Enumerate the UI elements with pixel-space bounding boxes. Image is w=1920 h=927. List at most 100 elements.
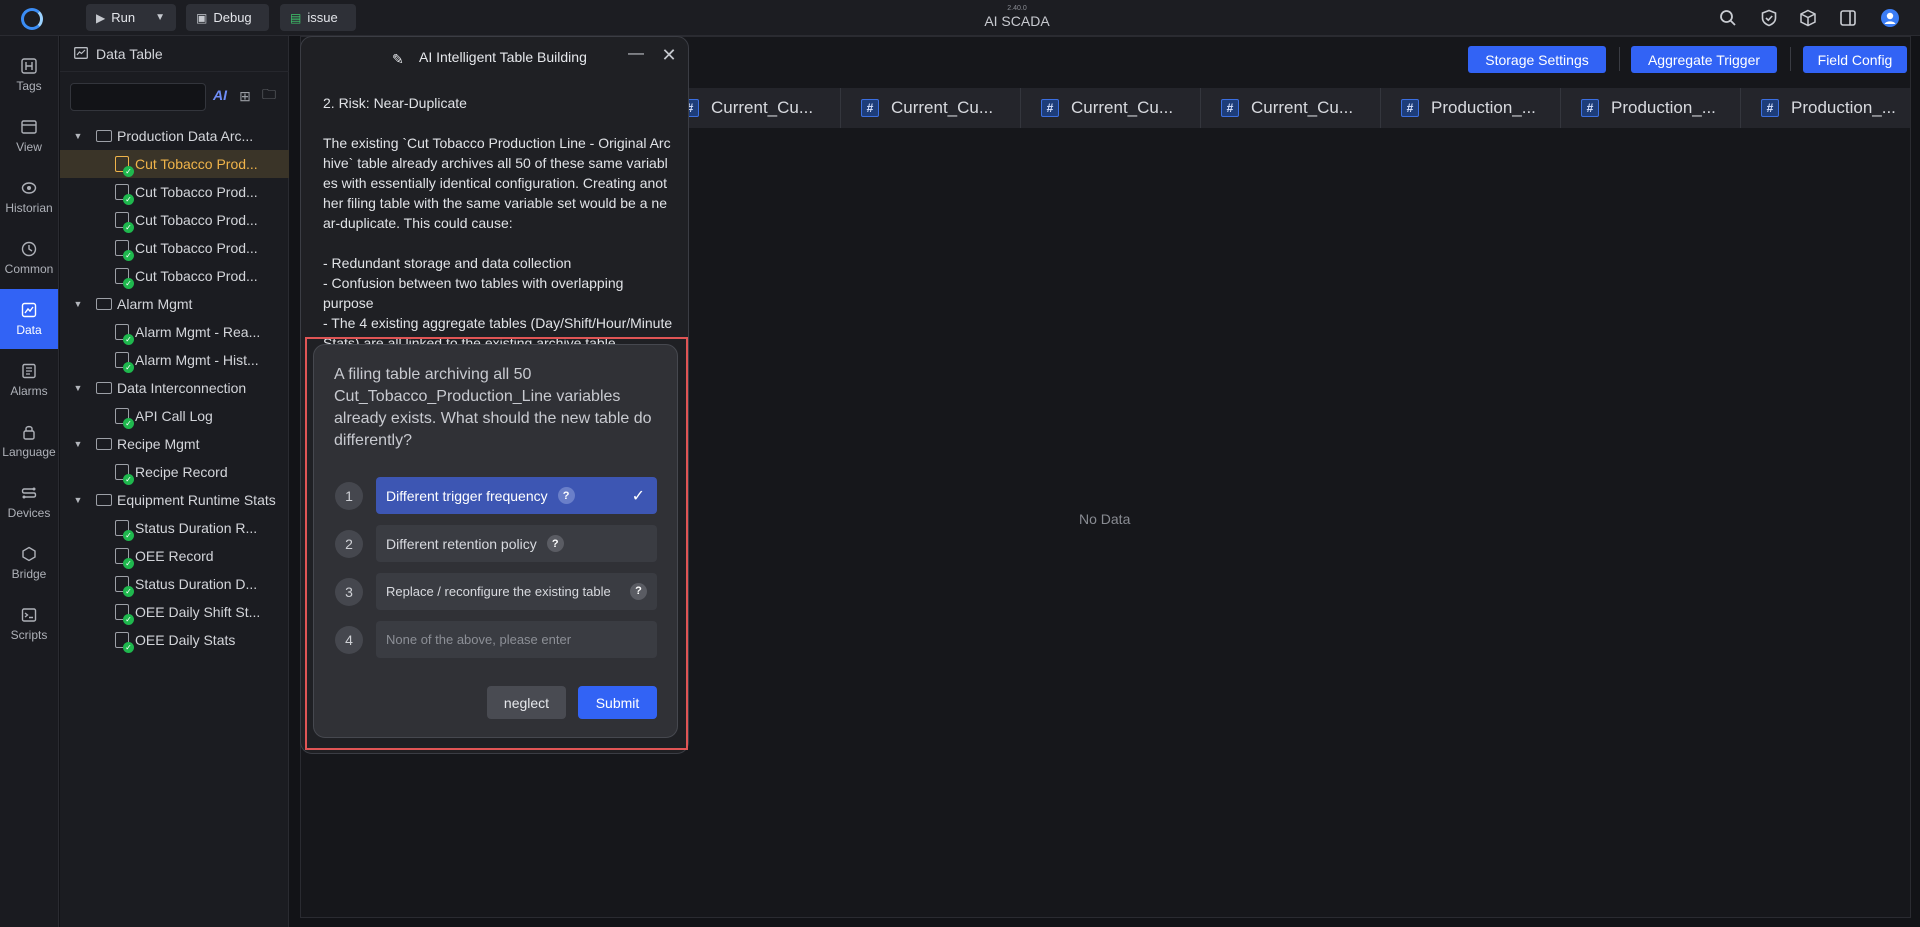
tree-item-alarm-history[interactable]: ✓ Alarm Mgmt - Hist... [60,346,289,374]
tree-item-api-call-log[interactable]: ✓ API Call Log [60,402,289,430]
nav-item-alarms[interactable]: Alarms [0,350,58,410]
tree-item-oee-record[interactable]: ✓ OEE Record [60,542,289,570]
expand-arrow-icon[interactable]: ▼ [72,131,84,141]
folder-icon [96,382,112,394]
expand-arrow-icon[interactable]: ▼ [72,495,84,505]
tree-item-cut-tobacco-3[interactable]: ✓ Cut Tobacco Prod... [60,206,289,234]
toolbar-divider [1619,47,1620,71]
nav-item-historian[interactable]: Historian [0,167,58,227]
nav-item-bridge[interactable]: Bridge [0,533,58,593]
expand-arrow-icon[interactable]: ▼ [72,299,84,309]
tree-label: Alarm Mgmt - Hist... [135,352,259,368]
tree-folder-production-data-archive[interactable]: ▼ Production Data Arc... [60,122,289,150]
column-label: Production_... [1791,98,1896,117]
field-config-button[interactable]: Field Config [1803,46,1907,73]
close-icon[interactable]: ✕ [659,45,679,65]
table-file-icon: ✓ [115,408,134,429]
column-header[interactable]: # Production_... [1561,88,1741,128]
column-header[interactable]: # Production_... [1381,88,1561,128]
storage-settings-button[interactable]: Storage Settings [1468,46,1606,73]
column-header[interactable]: # Current_Cu... [841,88,1021,128]
status-check-icon: ✓ [123,418,134,429]
panel-icon[interactable] [1837,7,1859,29]
number-type-icon: # [1221,99,1239,117]
tree-folder-alarm-mgmt[interactable]: ▼ Alarm Mgmt [60,290,289,318]
nav-item-data[interactable]: Data [0,289,58,349]
status-check-icon: ✓ [123,614,134,625]
table-file-icon: ✓ [115,184,134,205]
status-check-icon: ✓ [123,642,134,653]
tree-item-recipe-record[interactable]: ✓ Recipe Record [60,458,289,486]
option-different-trigger-frequency[interactable]: Different trigger frequency ? ✓ [376,477,657,514]
nav-label-bridge: Bridge [11,567,47,581]
neglect-button[interactable]: neglect [487,686,566,719]
option-label: Different retention policy [386,535,537,552]
custom-answer-input[interactable] [376,621,657,658]
column-label: Production_... [1611,98,1716,117]
ai-build-button[interactable]: AI [213,87,227,103]
tree-label: Data Interconnection [117,380,247,396]
column-header[interactable]: # Current_Cu... [1021,88,1201,128]
chevron-down-icon[interactable]: ▼ [147,12,165,23]
option-replace-reconfigure[interactable]: Replace / reconfigure the existing table… [376,573,657,610]
minimize-icon[interactable]: — [626,45,646,65]
expand-arrow-icon[interactable]: ▼ [72,439,84,449]
tree-item-alarm-realtime[interactable]: ✓ Alarm Mgmt - Rea... [60,318,289,346]
tree-label: Production Data Arc... [117,128,254,144]
tree-item-cut-tobacco-5[interactable]: ✓ Cut Tobacco Prod... [60,262,289,290]
cube-icon[interactable] [1797,7,1819,29]
tree-item-status-duration-d[interactable]: ✓ Status Duration D... [60,570,289,598]
run-button[interactable]: ▶ Run ▼ [86,4,176,31]
nav-item-common[interactable]: Common [0,228,58,288]
help-icon[interactable]: ? [557,487,575,504]
nav-item-language[interactable]: Language [0,411,58,471]
column-header[interactable]: # Production_... [1741,88,1910,128]
issue-icon: ▤ [290,10,302,25]
tree-item-cut-tobacco-4[interactable]: ✓ Cut Tobacco Prod... [60,234,289,262]
help-icon[interactable]: ? [546,535,564,552]
alarms-icon [20,362,38,380]
tree-folder-data-interconnection[interactable]: ▼ Data Interconnection [60,374,289,402]
tree-label: Status Duration D... [135,576,258,592]
magic-wand-icon: ✎ [392,51,404,67]
column-label: Current_Cu... [1251,98,1354,117]
table-file-icon: ✓ [115,464,134,485]
aggregate-trigger-button[interactable]: Aggregate Trigger [1631,46,1777,73]
tree-item-status-duration-r[interactable]: ✓ Status Duration R... [60,514,289,542]
expand-arrow-icon[interactable]: ▼ [72,383,84,393]
tree-label: Recipe Record [135,464,228,480]
tree-item-cut-tobacco-2[interactable]: ✓ Cut Tobacco Prod... [60,178,289,206]
debug-button[interactable]: ▣ Debug [186,4,269,31]
tree-folder-equipment-runtime-stats[interactable]: ▼ Equipment Runtime Stats [60,486,289,514]
nav-item-view[interactable]: View [0,106,58,166]
tree-item-oee-daily-stats[interactable]: ✓ OEE Daily Stats [60,626,289,654]
add-folder-icon[interactable]: 🗀 [260,86,278,105]
tree-item-cut-tobacco-1[interactable]: ✓ Cut Tobacco Prod... [60,150,289,178]
nav-label-devices: Devices [7,506,51,520]
dialog-title: AI Intelligent Table Building [419,49,587,65]
column-label: Current_Cu... [891,98,994,117]
add-table-icon[interactable]: ⊞ [236,87,254,105]
submit-button[interactable]: Submit [578,686,657,719]
option-different-retention-policy[interactable]: Different retention policy ? [376,525,657,562]
tree-search-input[interactable] [70,83,206,111]
nav-item-tags[interactable]: Tags [0,45,58,105]
nav-label-tags: Tags [16,79,42,93]
folder-icon [96,438,112,450]
historian-icon [20,179,38,197]
shield-check-icon[interactable] [1758,7,1780,29]
issue-button[interactable]: ▤ issue [280,4,356,31]
nav-item-devices[interactable]: Devices [0,472,58,532]
help-icon[interactable]: ? [630,583,647,600]
search-icon[interactable] [1717,7,1739,29]
status-check-icon: ✓ [123,194,134,205]
table-file-icon: ✓ [115,324,134,345]
table-file-icon: ✓ [115,520,134,541]
column-header[interactable]: # Current_Cu... [1201,88,1381,128]
nav-item-scripts[interactable]: Scripts [0,594,58,654]
user-icon[interactable] [1879,7,1901,29]
folder-icon [96,298,112,310]
tree-item-oee-daily-shift[interactable]: ✓ OEE Daily Shift St... [60,598,289,626]
tree-folder-recipe-mgmt[interactable]: ▼ Recipe Mgmt [60,430,289,458]
status-check-icon: ✓ [123,250,134,261]
